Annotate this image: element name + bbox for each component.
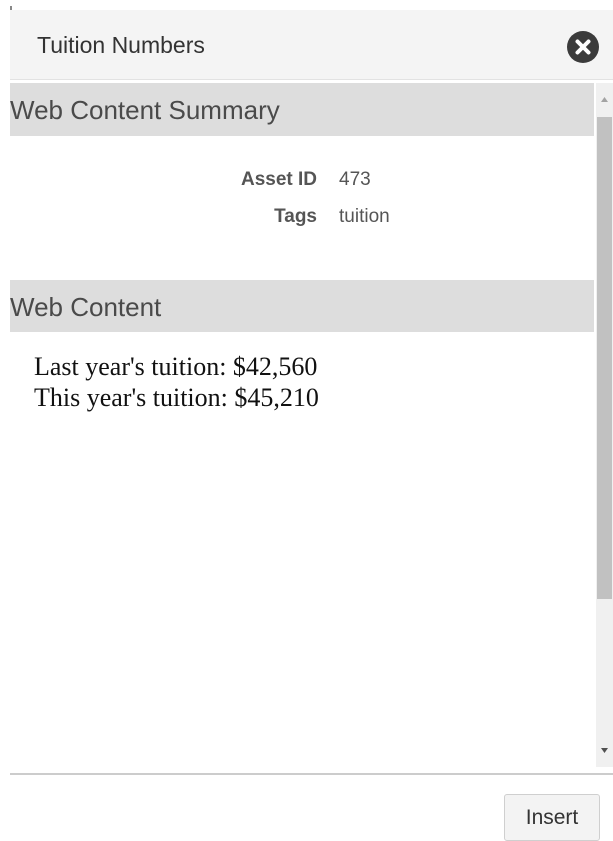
summary-section-header: Web Content Summary — [10, 83, 594, 136]
vertical-scrollbar[interactable] — [596, 83, 613, 767]
asset-id-row: Asset ID 473 — [10, 169, 594, 195]
dialog-title: Tuition Numbers — [37, 32, 205, 58]
dialog-header: Tuition Numbers — [10, 10, 613, 80]
web-content-section-header: Web Content — [10, 280, 594, 332]
summary-heading: Web Content Summary — [10, 95, 280, 125]
tags-label: Tags — [274, 206, 317, 227]
scroll-down-button[interactable] — [596, 733, 613, 767]
tags-row: Tags tuition — [10, 206, 594, 232]
scroll-down-arrow-icon — [601, 748, 608, 753]
asset-id-value: 473 — [339, 169, 371, 190]
content-area: Web Content Summary Asset ID 473 Tags tu… — [10, 83, 594, 767]
scroll-up-button[interactable] — [596, 83, 613, 117]
scroll-thumb[interactable] — [597, 117, 612, 599]
tags-value: tuition — [339, 206, 390, 227]
content-line: Last year's tuition: $42,560 — [34, 352, 318, 381]
footer-divider — [10, 773, 613, 775]
web-content-heading: Web Content — [10, 292, 162, 322]
insert-button[interactable]: Insert — [504, 794, 600, 841]
close-button[interactable] — [567, 31, 599, 63]
close-circle-icon — [575, 39, 591, 55]
asset-id-label: Asset ID — [240, 169, 317, 190]
dialog: Tuition Numbers Web Content Summary Asse… — [0, 0, 613, 841]
scroll-up-arrow-icon — [601, 97, 608, 102]
content-line: This year's tuition: $45,210 — [34, 383, 319, 412]
web-content-body: Last year's tuition: $42,560 This year's… — [34, 351, 319, 413]
